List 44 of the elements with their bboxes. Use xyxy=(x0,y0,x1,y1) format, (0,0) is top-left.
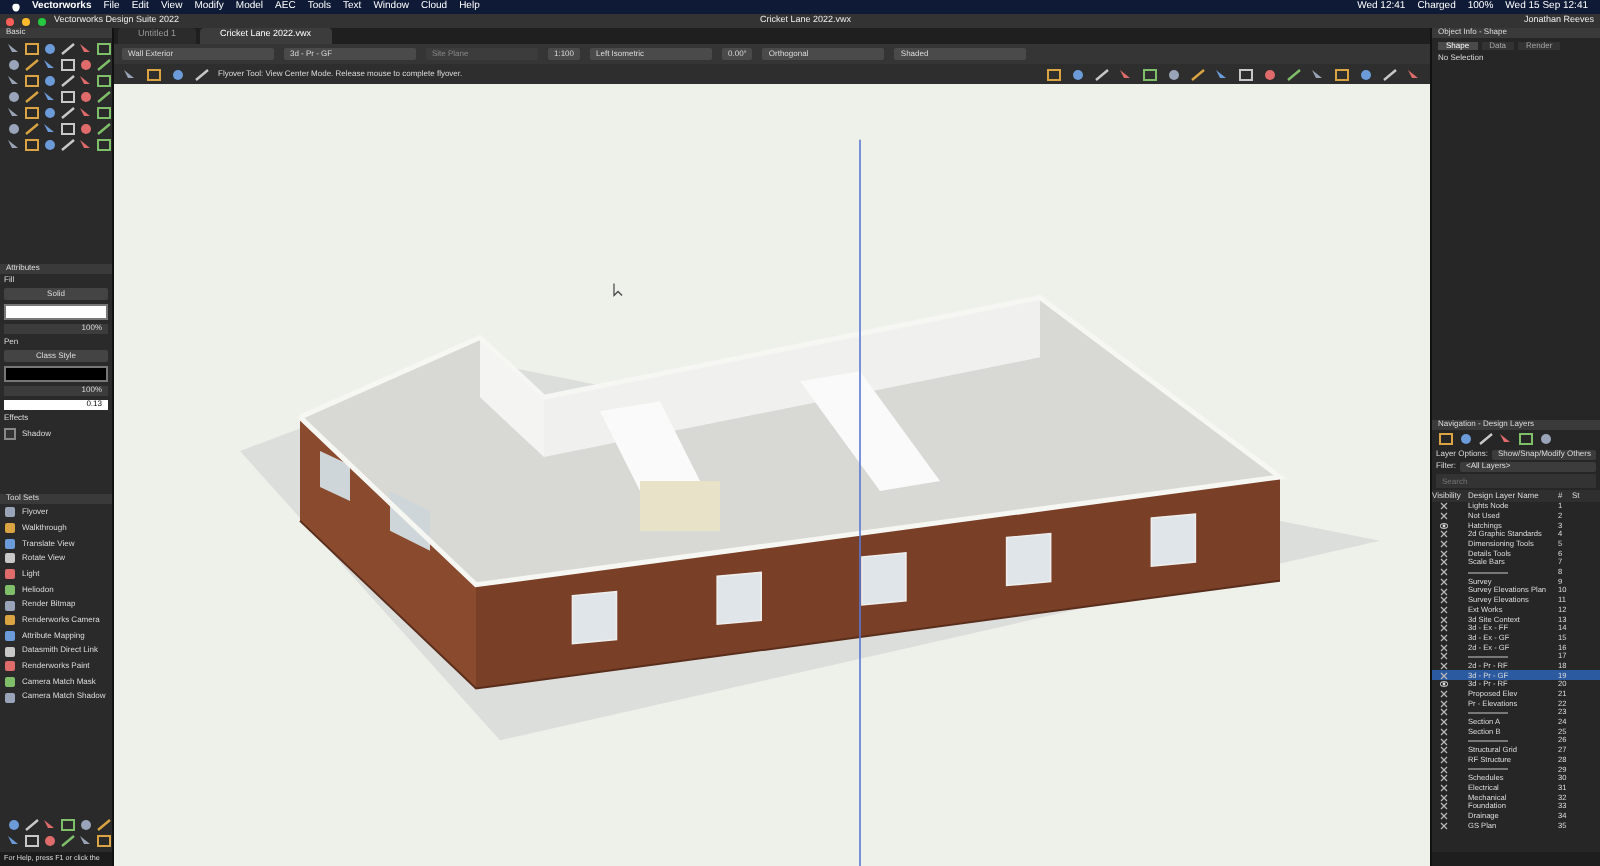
hidden-icon[interactable] xyxy=(1440,558,1448,567)
cursor-icon xyxy=(613,282,623,297)
fill-color-swatch[interactable] xyxy=(4,303,108,320)
hidden-icon[interactable] xyxy=(1440,821,1448,830)
hidden-icon[interactable] xyxy=(1440,737,1448,746)
hidden-icon[interactable] xyxy=(1440,755,1448,764)
hidden-icon[interactable] xyxy=(1440,802,1448,811)
hidden-icon[interactable] xyxy=(1440,549,1448,558)
hidden-icon[interactable] xyxy=(1440,812,1448,821)
eye-icon[interactable] xyxy=(1440,680,1448,689)
hidden-icon[interactable] xyxy=(1440,633,1448,642)
hidden-icon[interactable] xyxy=(1440,624,1448,633)
hidden-icon[interactable] xyxy=(1440,568,1448,577)
shadow-checkbox[interactable] xyxy=(4,427,16,440)
hidden-icon[interactable] xyxy=(1440,605,1448,614)
hidden-icon[interactable] xyxy=(1440,662,1448,671)
hidden-icon[interactable] xyxy=(1440,708,1448,717)
hidden-icon[interactable] xyxy=(1440,746,1448,755)
hidden-icon[interactable] xyxy=(1440,671,1448,680)
minimize-button[interactable] xyxy=(22,17,30,25)
eye-icon[interactable] xyxy=(1440,521,1448,530)
close-button[interactable] xyxy=(6,17,14,25)
hidden-icon[interactable] xyxy=(1440,540,1448,549)
hidden-icon[interactable] xyxy=(1440,577,1448,586)
hidden-icon[interactable] xyxy=(1440,727,1448,736)
hidden-icon[interactable] xyxy=(1440,793,1448,802)
hidden-icon[interactable] xyxy=(1440,512,1448,521)
hidden-icon[interactable] xyxy=(1440,774,1448,783)
hidden-icon[interactable] xyxy=(1440,718,1448,727)
pen-color-swatch[interactable] xyxy=(4,366,108,383)
hidden-icon[interactable] xyxy=(1440,502,1448,511)
hidden-icon[interactable] xyxy=(1440,596,1448,605)
maximize-button[interactable] xyxy=(38,17,46,25)
hidden-icon[interactable] xyxy=(1440,643,1448,652)
hidden-icon[interactable] xyxy=(1440,765,1448,774)
hidden-icon[interactable] xyxy=(1440,652,1448,661)
hidden-icon[interactable] xyxy=(1440,615,1448,624)
hidden-icon[interactable] xyxy=(1440,587,1448,596)
hidden-icon[interactable] xyxy=(1440,690,1448,699)
hidden-icon[interactable] xyxy=(1440,699,1448,708)
apple-logo-icon[interactable] xyxy=(12,2,20,12)
hidden-icon[interactable] xyxy=(1440,783,1448,792)
hidden-icon[interactable] xyxy=(1440,530,1448,539)
drawing-canvas[interactable] xyxy=(114,84,1430,866)
